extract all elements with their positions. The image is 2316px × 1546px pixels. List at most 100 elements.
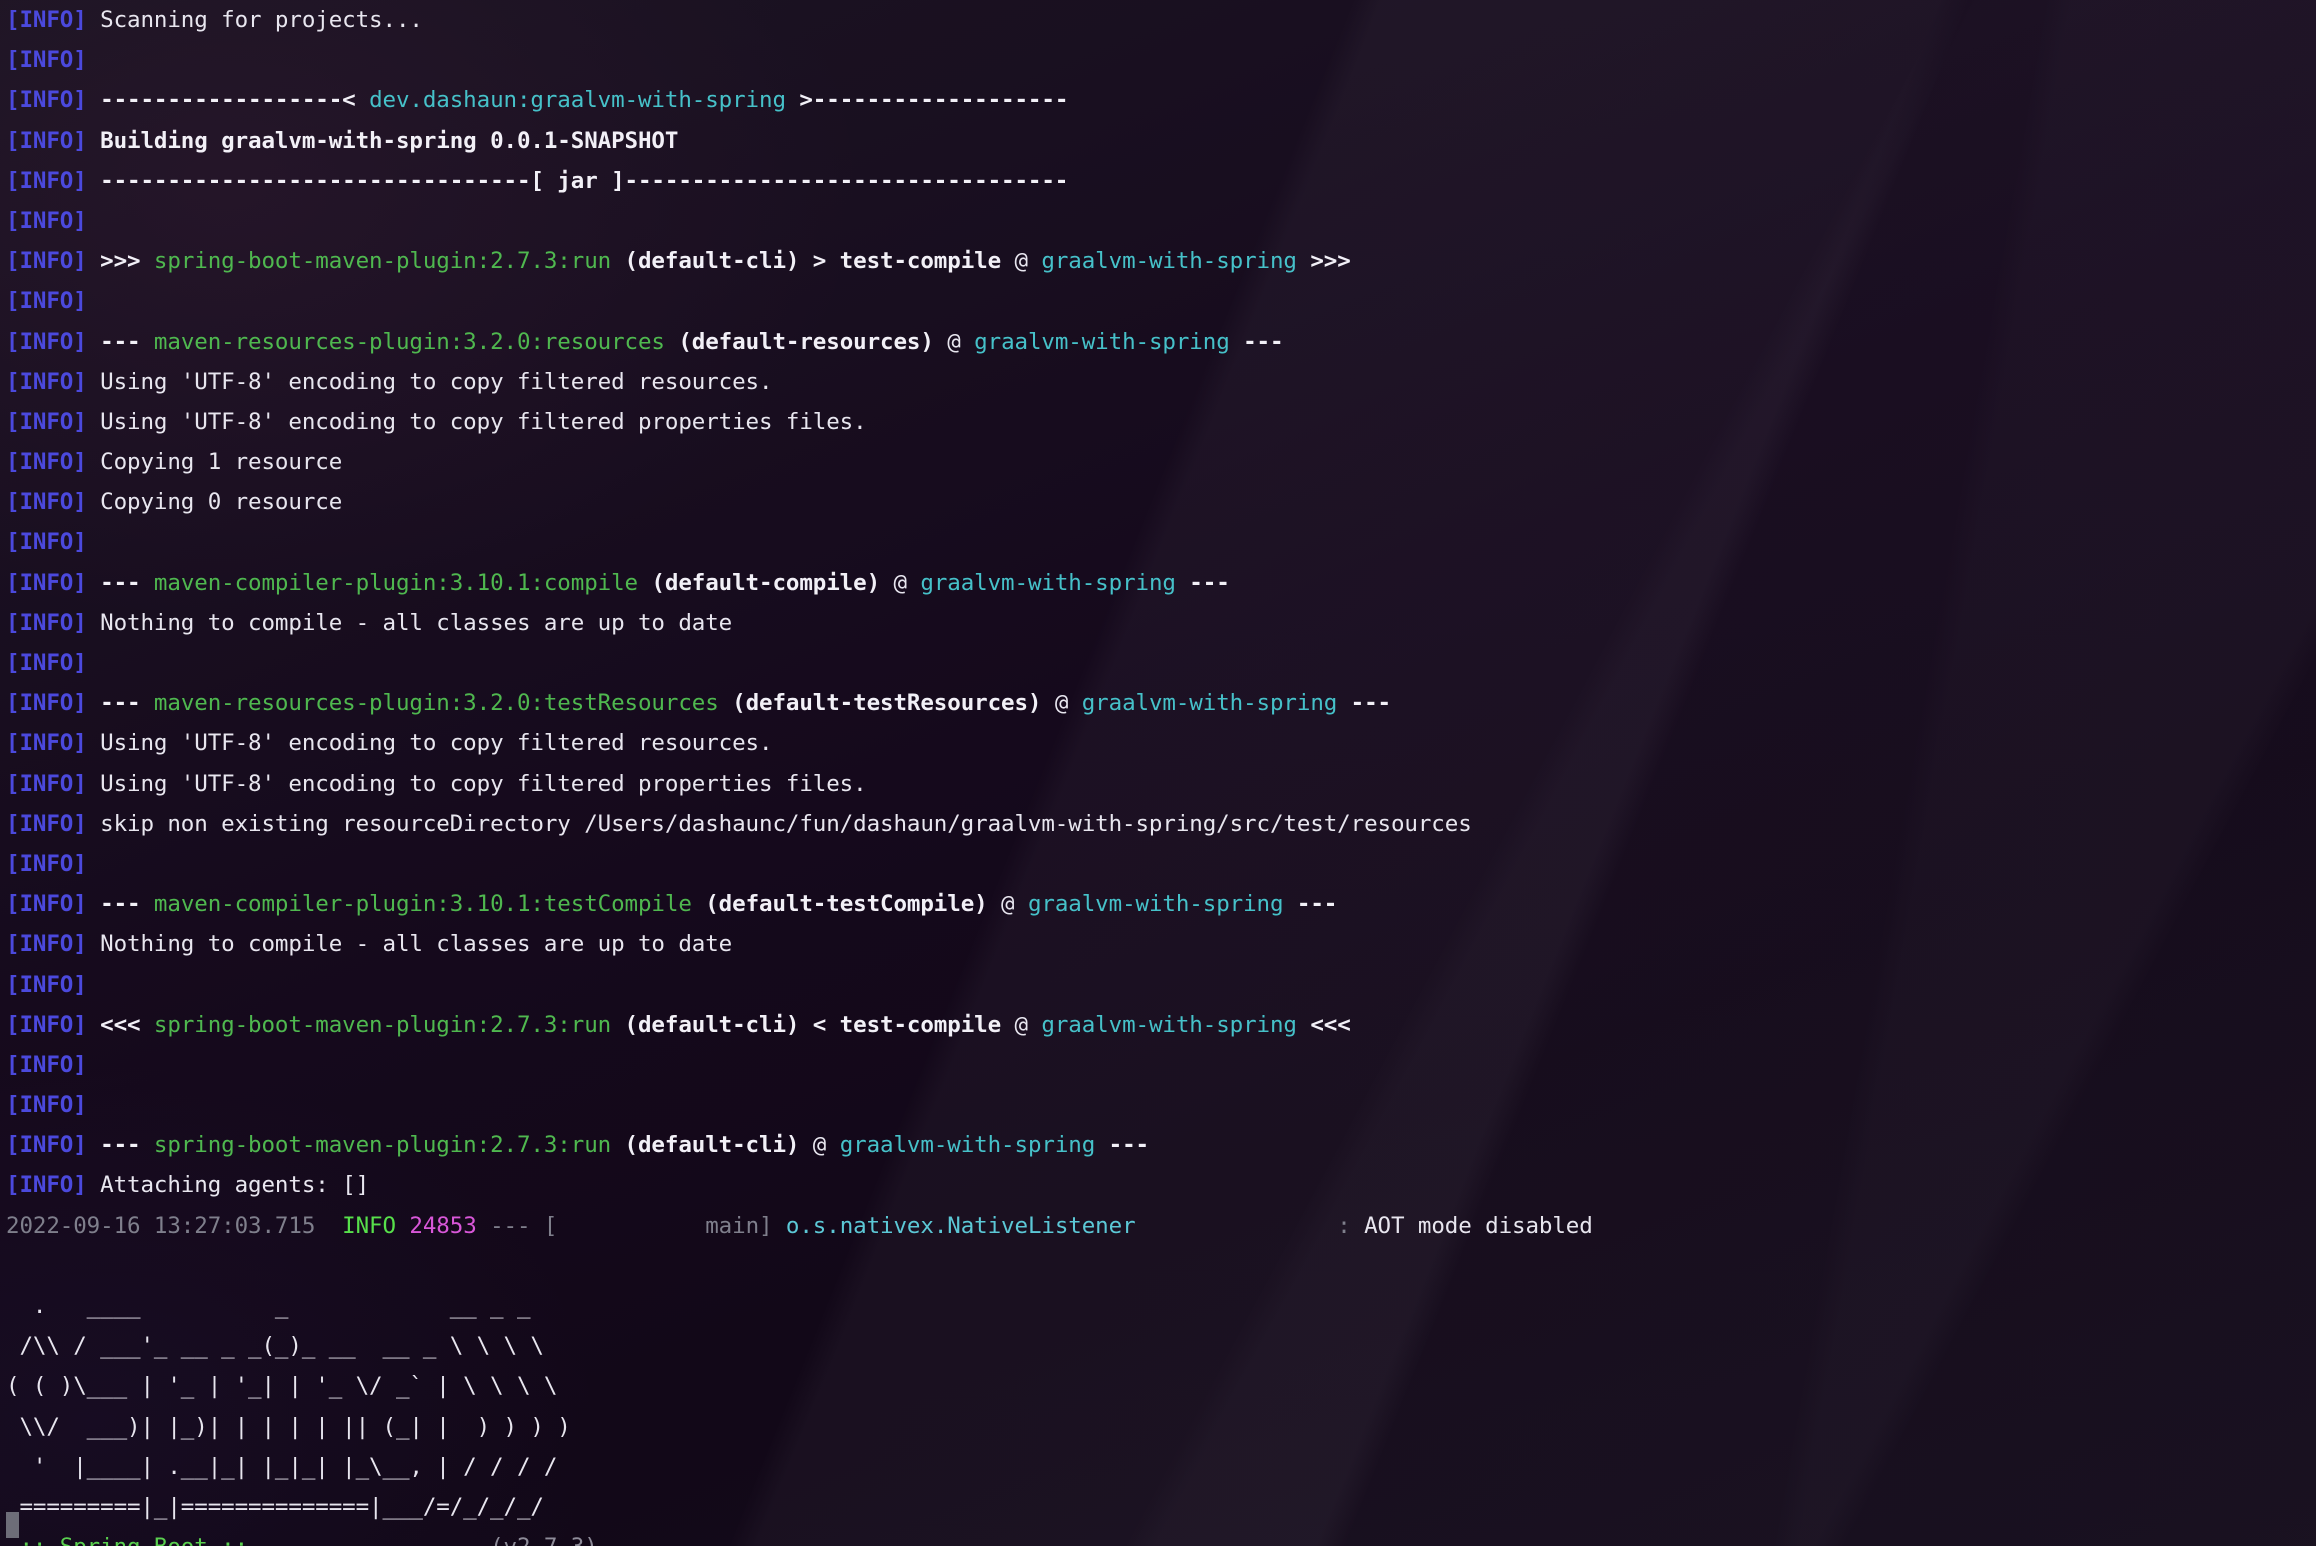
maven-info-tag: [INFO] [6,971,87,998]
maven-goal-marker: --- [86,569,154,596]
maven-log-line: [INFO] Using 'UTF-8' encoding to copy fi… [6,764,2316,804]
maven-log-line: [INFO] [6,522,2316,562]
maven-log-line: [INFO] [6,201,2316,241]
maven-goal-tail: --- [1229,328,1284,355]
maven-artifact: graalvm-with-spring [920,569,1176,596]
maven-goal-marker: <<< [86,1011,154,1038]
maven-artifact: dev.dashaun:graalvm-with-spring [369,87,786,114]
maven-execution: (default-testResources) [718,690,1055,717]
maven-info-tag: [INFO] [6,1092,87,1119]
maven-info-tag: [INFO] [6,127,87,154]
banner-version: (v2.7.3) [490,1534,598,1546]
maven-message: Using 'UTF-8' encoding to copy filtered … [86,730,773,757]
banner-art: . ____ _ __ _ _ [6,1293,531,1319]
terminal-output: [INFO] Scanning for projects... [INFO] [IN… [0,0,2316,1546]
maven-goal-tail: <<< [1296,1011,1351,1038]
maven-log-line: [INFO] [6,844,2316,884]
maven-log-line: [INFO] Attaching agents: [] [6,1165,2316,1205]
maven-info-tag: [INFO] [6,248,87,275]
maven-goal-marker: --- [86,1132,154,1159]
maven-info-tag: [INFO] [6,328,87,355]
maven-at-sign: @ [812,1132,840,1159]
maven-at-sign: @ [1014,1011,1042,1038]
maven-log-line: [INFO] [6,1045,2316,1085]
maven-info-tag: [INFO] [6,489,87,516]
maven-rule-right: >------------------- [785,87,1069,114]
maven-artifact: graalvm-with-spring [1041,248,1297,275]
log-timestamp: 2022-09-16 13:27:03.715 [6,1212,343,1239]
maven-plugin: maven-compiler-plugin:3.10.1:testCompile [153,891,692,918]
maven-log-line: [INFO] --- maven-compiler-plugin:3.10.1:… [6,563,2316,603]
maven-info-tag: [INFO] [6,569,87,596]
log-separator: --- [ [476,1212,558,1239]
maven-log-line: [INFO] Building graalvm-with-spring 0.0.… [6,121,2316,161]
maven-at-sign: @ [1054,690,1082,717]
maven-plugin: spring-boot-maven-plugin:2.7.3:run [153,248,612,275]
maven-log-line: [INFO] [6,643,2316,683]
maven-message: Building graalvm-with-spring 0.0.1-SNAPS… [86,127,679,154]
maven-info-tag: [INFO] [6,810,87,837]
maven-message: skip non existing resourceDirectory /Use… [86,810,1472,837]
maven-log-line: [INFO] Nothing to compile - all classes … [6,924,2316,964]
maven-execution: (default-compile) [637,569,894,596]
maven-execution: (default-cli) < test-compile [611,1011,1015,1038]
maven-log-line: [INFO] Using 'UTF-8' encoding to copy fi… [6,362,2316,402]
maven-info-tag: [INFO] [6,690,87,717]
maven-plugin: maven-resources-plugin:3.2.0:testResourc… [153,690,719,717]
maven-at-sign: @ [947,328,975,355]
maven-log-line: [INFO] skip non existing resourceDirecto… [6,804,2316,844]
maven-log-line: [INFO] [6,965,2316,1005]
spring-banner-art-line: ' |____| .__|_| |_|_| |_\__, | / / / / [6,1447,2316,1487]
maven-at-sign: @ [1014,248,1042,275]
maven-info-tag: [INFO] [6,7,87,33]
spring-log-line: 2022-09-16 13:27:03.715 INFO 24853 --- [… [6,1206,2316,1246]
maven-log-line: [INFO] --- maven-resources-plugin:3.2.0:… [6,683,2316,723]
banner-art: ' |____| .__|_| |_|_| |_\__, | / / / / [6,1453,558,1480]
maven-goal-tail: --- [1283,891,1338,918]
maven-info-tag: [INFO] [6,207,87,234]
maven-info-tag: [INFO] [6,609,87,636]
maven-execution: (default-cli) > test-compile [611,248,1015,275]
maven-goal-marker: --- [86,891,154,918]
maven-message: Nothing to compile - all classes are up … [86,931,733,958]
maven-info-tag: [INFO] [6,1051,87,1078]
maven-log-line: [INFO] Using 'UTF-8' encoding to copy fi… [6,402,2316,442]
maven-log-line: [INFO] [6,281,2316,321]
terminal-window[interactable]: [INFO] Scanning for projects... [INFO] [IN… [0,0,2316,1546]
log-message: AOT mode disabled [1364,1212,1593,1239]
maven-message: Using 'UTF-8' encoding to copy filtered … [86,368,773,395]
banner-art: \\/ ___)| |_)| | | | | || (_| | ) ) ) ) [6,1413,571,1440]
maven-info-tag: [INFO] [6,931,87,958]
maven-info-tag: [INFO] [6,408,87,435]
maven-plugin: maven-compiler-plugin:3.10.1:compile [153,569,638,596]
maven-log-line: [INFO] Scanning for projects... [6,0,2316,40]
maven-message: Copying 0 resource [86,489,343,516]
maven-info-tag: [INFO] [6,47,87,74]
banner-art: /\\ / ___'_ __ _ _(_)_ __ __ _ \ \ \ \ [6,1333,544,1360]
maven-info-tag: [INFO] [6,288,87,315]
spring-banner-art-line: /\\ / ___'_ __ _ _(_)_ __ __ _ \ \ \ \ [6,1326,2316,1366]
banner-name: :: Spring Boot :: [6,1534,261,1546]
maven-log-line: [INFO] [6,40,2316,80]
maven-goal-tail: --- [1095,1132,1149,1159]
maven-at-sign: @ [1001,891,1028,918]
maven-artifact: graalvm-with-spring [1041,1011,1297,1038]
maven-log-line: [INFO] --- spring-boot-maven-plugin:2.7.… [6,1125,2316,1165]
maven-message: Copying 1 resource [86,449,343,476]
maven-goal-marker: >>> [86,248,154,275]
maven-log-line: [INFO] <<< spring-boot-maven-plugin:2.7.… [6,1005,2316,1045]
maven-log-line: [INFO] --------------------------------[… [6,161,2316,201]
maven-info-tag: [INFO] [6,1132,87,1159]
maven-goal-tail: --- [1175,569,1230,596]
log-thread: main] [557,1212,773,1239]
maven-message: Using 'UTF-8' encoding to copy filtered … [86,770,867,797]
maven-goal-tail: >>> [1296,248,1351,275]
maven-info-tag: [INFO] [6,770,87,797]
terminal-cursor [6,1512,19,1538]
banner-art: =========|_|==============|___/=/_/_/_/ [6,1493,544,1520]
maven-log-line: [INFO] ------------------< dev.dashaun:g… [6,80,2316,120]
maven-message: Using 'UTF-8' encoding to copy filtered … [86,408,867,435]
banner-art: ( ( )\___ | '_ | '_| | '_ \/ _` | \ \ \ … [6,1373,558,1400]
maven-message: Attaching agents: [] [86,1172,370,1199]
